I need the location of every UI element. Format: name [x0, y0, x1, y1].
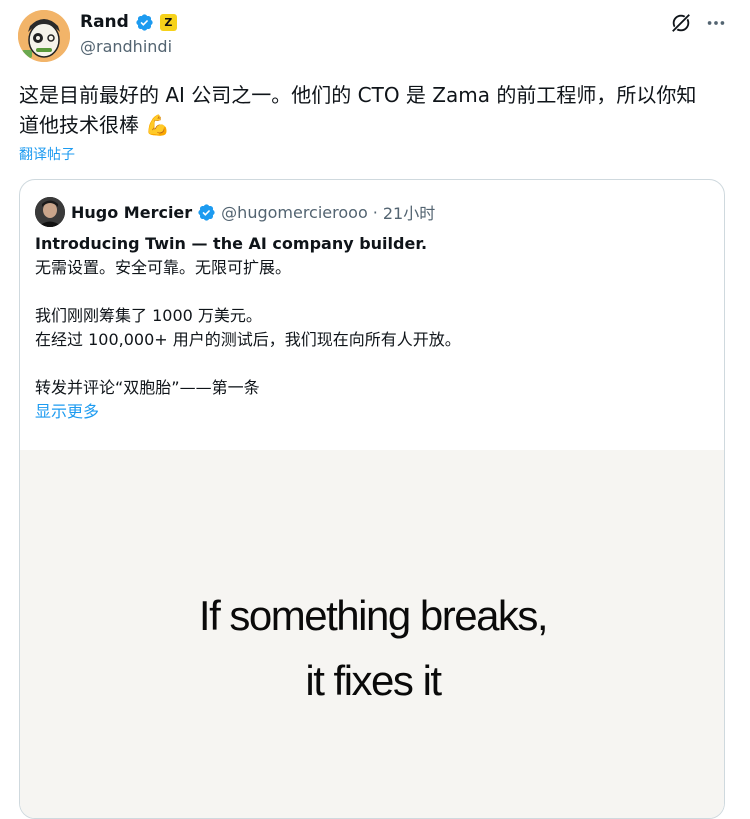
- author-name-row: Rand Z: [80, 10, 177, 34]
- quoted-author-name[interactable]: Hugo Mercier: [71, 203, 192, 222]
- quoted-media[interactable]: If something breaks, it fixes it: [20, 450, 724, 818]
- author-avatar-illustration: [18, 10, 70, 62]
- author-handle[interactable]: @randhindi: [80, 37, 172, 56]
- media-caption-line-2: it fixes it: [305, 657, 442, 704]
- flexed-biceps-emoji: 💪: [145, 113, 171, 137]
- quoted-headline: Introducing Twin — the AI company builde…: [35, 234, 428, 253]
- affiliate-badge[interactable]: Z: [159, 13, 177, 31]
- author-avatar[interactable]: [18, 10, 70, 62]
- verified-badge-icon: [136, 13, 153, 31]
- quoted-tweet-card[interactable]: Hugo Mercier @hugomercierooo · 21小时 Intr…: [19, 179, 725, 819]
- tweet-text-line: 这是目前最好的 AI 公司之一。他们的 CTO 是 Zama 的前工程师，所以你…: [19, 83, 697, 107]
- tweet-text-line: 道他技术很棒 💪: [19, 110, 731, 140]
- quoted-text-line: 转发并评论“双胞胎”——第一条: [35, 378, 260, 397]
- quoted-author-handle: @hugomercierooo: [221, 202, 368, 222]
- quoted-text-line: 在经过 100,000+ 用户的测试后，我们现在向所有人开放。: [35, 330, 461, 349]
- quoted-text-line: 我们刚刚筹集了 1000 万美元。: [35, 306, 262, 325]
- media-caption-line-1: If something breaks,: [198, 592, 549, 639]
- more-icon[interactable]: [705, 12, 727, 34]
- quoted-timestamp[interactable]: 21小时: [383, 200, 435, 224]
- tweet-text: 这是目前最好的 AI 公司之一。他们的 CTO 是 Zama 的前工程师，所以你…: [19, 80, 731, 140]
- translate-post-link[interactable]: 翻译帖子: [19, 144, 75, 164]
- grok-icon[interactable]: [670, 12, 692, 34]
- quoted-avatar-illustration: [35, 197, 65, 227]
- verified-badge-icon: [198, 203, 215, 221]
- quoted-text-line: 无需设置。安全可靠。无限可扩展。: [35, 258, 292, 277]
- quoted-text: Introducing Twin — the AI company builde…: [35, 232, 715, 424]
- author-name[interactable]: Rand: [80, 12, 129, 32]
- show-more-link[interactable]: 显示更多: [35, 400, 715, 424]
- quoted-meta-row: Hugo Mercier @hugomercierooo · 21小时: [71, 200, 435, 224]
- tweet-text-line-2: 道他技术很棒: [19, 113, 139, 137]
- quoted-author-avatar[interactable]: [35, 197, 65, 227]
- meta-separator: ·: [372, 202, 378, 222]
